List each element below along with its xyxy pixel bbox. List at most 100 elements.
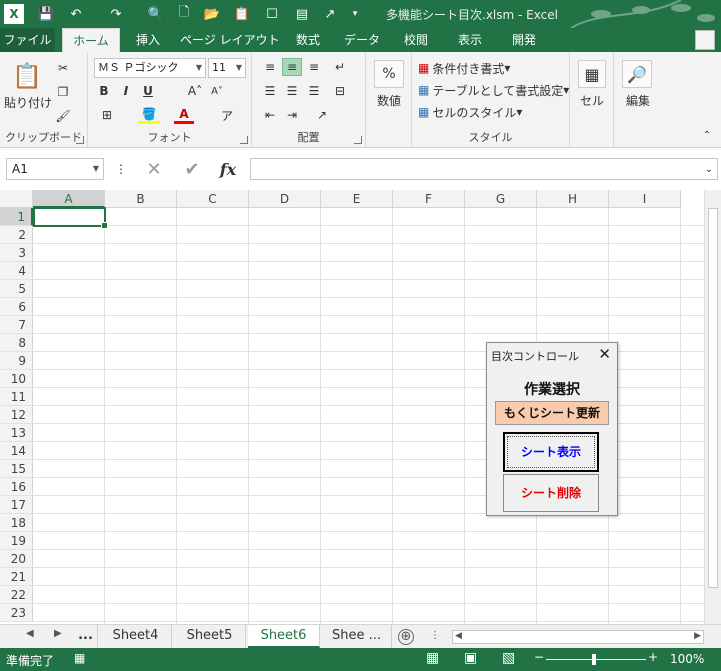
expand-formula-icon[interactable]: ⌄ <box>702 160 716 178</box>
font-size-combo[interactable]: 11 ▼ <box>208 58 246 78</box>
new-file-icon[interactable]: 🗋 <box>174 4 194 24</box>
row-header-8[interactable]: 8 <box>0 334 33 352</box>
bold-button[interactable]: B <box>96 82 112 100</box>
number-format-button[interactable]: 数値 <box>368 92 410 109</box>
row-header-11[interactable]: 11 <box>0 388 33 406</box>
prev-sheet-icon[interactable]: ◀ <box>26 628 34 639</box>
phonetic-icon[interactable]: ア <box>218 106 236 124</box>
row-header-12[interactable]: 12 <box>0 406 33 424</box>
alignment-launcher-icon[interactable] <box>354 136 362 144</box>
row-header-18[interactable]: 18 <box>0 514 33 532</box>
tab-review[interactable]: 校閲 <box>394 28 438 52</box>
qat-dropdown-icon[interactable]: ▾ <box>348 4 362 24</box>
tab-page-layout[interactable]: ページ レイアウト <box>180 28 280 52</box>
show-sheet-button[interactable]: シート表示 <box>503 432 599 472</box>
wrap-text-icon[interactable]: ↵ <box>330 58 350 76</box>
decrease-font-icon[interactable]: A˅ <box>208 82 226 100</box>
add-sheet-icon[interactable]: ⊕ <box>398 629 414 645</box>
clipboard-launcher-icon[interactable] <box>76 136 84 144</box>
row-header-2[interactable]: 2 <box>0 226 33 244</box>
align-top-icon[interactable]: ≡ <box>260 58 280 76</box>
save-icon[interactable]: 💾 <box>36 4 56 24</box>
collapse-ribbon-icon[interactable]: ⌃ <box>700 128 714 142</box>
row-header-13[interactable]: 13 <box>0 424 33 442</box>
font-launcher-icon[interactable] <box>240 136 248 144</box>
row-header-7[interactable]: 7 <box>0 316 33 334</box>
format-as-table-button[interactable]: ▦ テーブルとして書式設定 ▾ <box>418 80 569 100</box>
binoculars-icon[interactable]: 🔎 <box>622 60 652 88</box>
undo-icon[interactable]: ↶ <box>64 4 88 24</box>
percent-icon[interactable]: % <box>374 60 404 88</box>
cancel-icon[interactable]: ✕ <box>142 158 166 180</box>
row-header-23[interactable]: 23 <box>0 604 33 622</box>
form-icon[interactable]: ☐ <box>262 4 282 24</box>
row-header-20[interactable]: 20 <box>0 550 33 568</box>
print-preview-icon[interactable]: 🔍 <box>146 4 166 24</box>
name-box[interactable]: A1 ▼ <box>6 158 104 180</box>
paste-icon[interactable]: 📋 <box>12 60 42 92</box>
zoom-knob[interactable] <box>592 654 596 665</box>
decrease-indent-icon[interactable]: ⇤ <box>260 106 280 124</box>
column-header-g[interactable]: G <box>465 190 537 208</box>
column-header-e[interactable]: E <box>321 190 393 208</box>
row-header-1[interactable]: 1 <box>0 208 33 226</box>
column-header-c[interactable]: C <box>177 190 249 208</box>
row-header-19[interactable]: 19 <box>0 532 33 550</box>
row-header-4[interactable]: 4 <box>0 262 33 280</box>
export-icon[interactable]: ↗ <box>320 4 340 24</box>
page-break-view-icon[interactable]: ▧ <box>502 650 515 666</box>
more-icon[interactable]: ⋮ <box>430 630 440 641</box>
tab-file[interactable]: ファイル <box>0 28 55 52</box>
redo-icon[interactable]: ↷ <box>104 4 128 24</box>
row-header-6[interactable]: 6 <box>0 298 33 316</box>
font-color-icon[interactable]: A <box>174 106 194 124</box>
sheet-tab-sheet5[interactable]: Sheet5 <box>174 625 246 648</box>
align-middle-icon[interactable]: ≡ <box>282 58 302 76</box>
insert-function-icon[interactable]: fx <box>214 158 242 180</box>
row-header-5[interactable]: 5 <box>0 280 33 298</box>
format-painter-icon[interactable]: 🖌 <box>52 106 74 126</box>
select-all-corner[interactable] <box>0 190 33 208</box>
column-header-h[interactable]: H <box>537 190 609 208</box>
scroll-right-icon[interactable]: ▶ <box>694 631 701 641</box>
more-icon[interactable]: ⋮ <box>115 160 127 178</box>
horizontal-scrollbar[interactable]: ◀ ▶ <box>452 630 704 644</box>
tab-formulas[interactable]: 数式 <box>286 28 330 52</box>
delete-sheet-button[interactable]: シート削除 <box>503 474 599 512</box>
cells-icon[interactable]: ▦ <box>578 60 606 88</box>
zoom-in-icon[interactable]: + <box>648 650 658 664</box>
italic-button[interactable]: I <box>118 82 134 100</box>
increase-indent-icon[interactable]: ⇥ <box>282 106 302 124</box>
copy-icon[interactable]: ❐ <box>52 82 74 102</box>
normal-view-icon[interactable]: ▦ <box>426 650 439 666</box>
vertical-scroll-thumb[interactable] <box>708 208 718 588</box>
zoom-out-icon[interactable]: − <box>534 650 544 664</box>
column-header-d[interactable]: D <box>249 190 321 208</box>
conditional-format-button[interactable]: ▦ 条件付き書式 ▾ <box>418 58 510 78</box>
macro-record-icon[interactable]: ▦ <box>74 651 85 665</box>
row-header-16[interactable]: 16 <box>0 478 33 496</box>
row-header-3[interactable]: 3 <box>0 244 33 262</box>
row-header-22[interactable]: 22 <box>0 586 33 604</box>
tab-data[interactable]: データ <box>340 28 384 52</box>
sheet-tab-sheet6[interactable]: Sheet6 <box>248 625 320 648</box>
refresh-toc-button[interactable]: もくじシート更新 <box>495 401 609 425</box>
row-header-14[interactable]: 14 <box>0 442 33 460</box>
layout-icon[interactable]: ▤ <box>292 4 312 24</box>
open-folder-icon[interactable]: 📂 <box>202 4 222 24</box>
tab-developer[interactable]: 開発 <box>502 28 546 52</box>
enter-icon[interactable]: ✔ <box>180 158 204 180</box>
zoom-slider[interactable] <box>546 659 646 660</box>
cut-icon[interactable]: ✂ <box>52 58 74 78</box>
paste-button-label[interactable]: 貼り付け <box>4 94 52 111</box>
paste-special-icon[interactable]: 📋 <box>232 4 252 24</box>
row-header-9[interactable]: 9 <box>0 352 33 370</box>
borders-icon[interactable]: ⊞ <box>96 106 118 124</box>
scroll-left-icon[interactable]: ◀ <box>455 631 462 641</box>
orientation-icon[interactable]: ↗ <box>312 106 332 124</box>
align-center-icon[interactable]: ☰ <box>282 82 302 100</box>
row-header-10[interactable]: 10 <box>0 370 33 388</box>
increase-font-icon[interactable]: A˄ <box>186 82 204 100</box>
formula-input[interactable] <box>250 158 718 180</box>
next-sheet-icon[interactable]: ▶ <box>54 628 62 639</box>
